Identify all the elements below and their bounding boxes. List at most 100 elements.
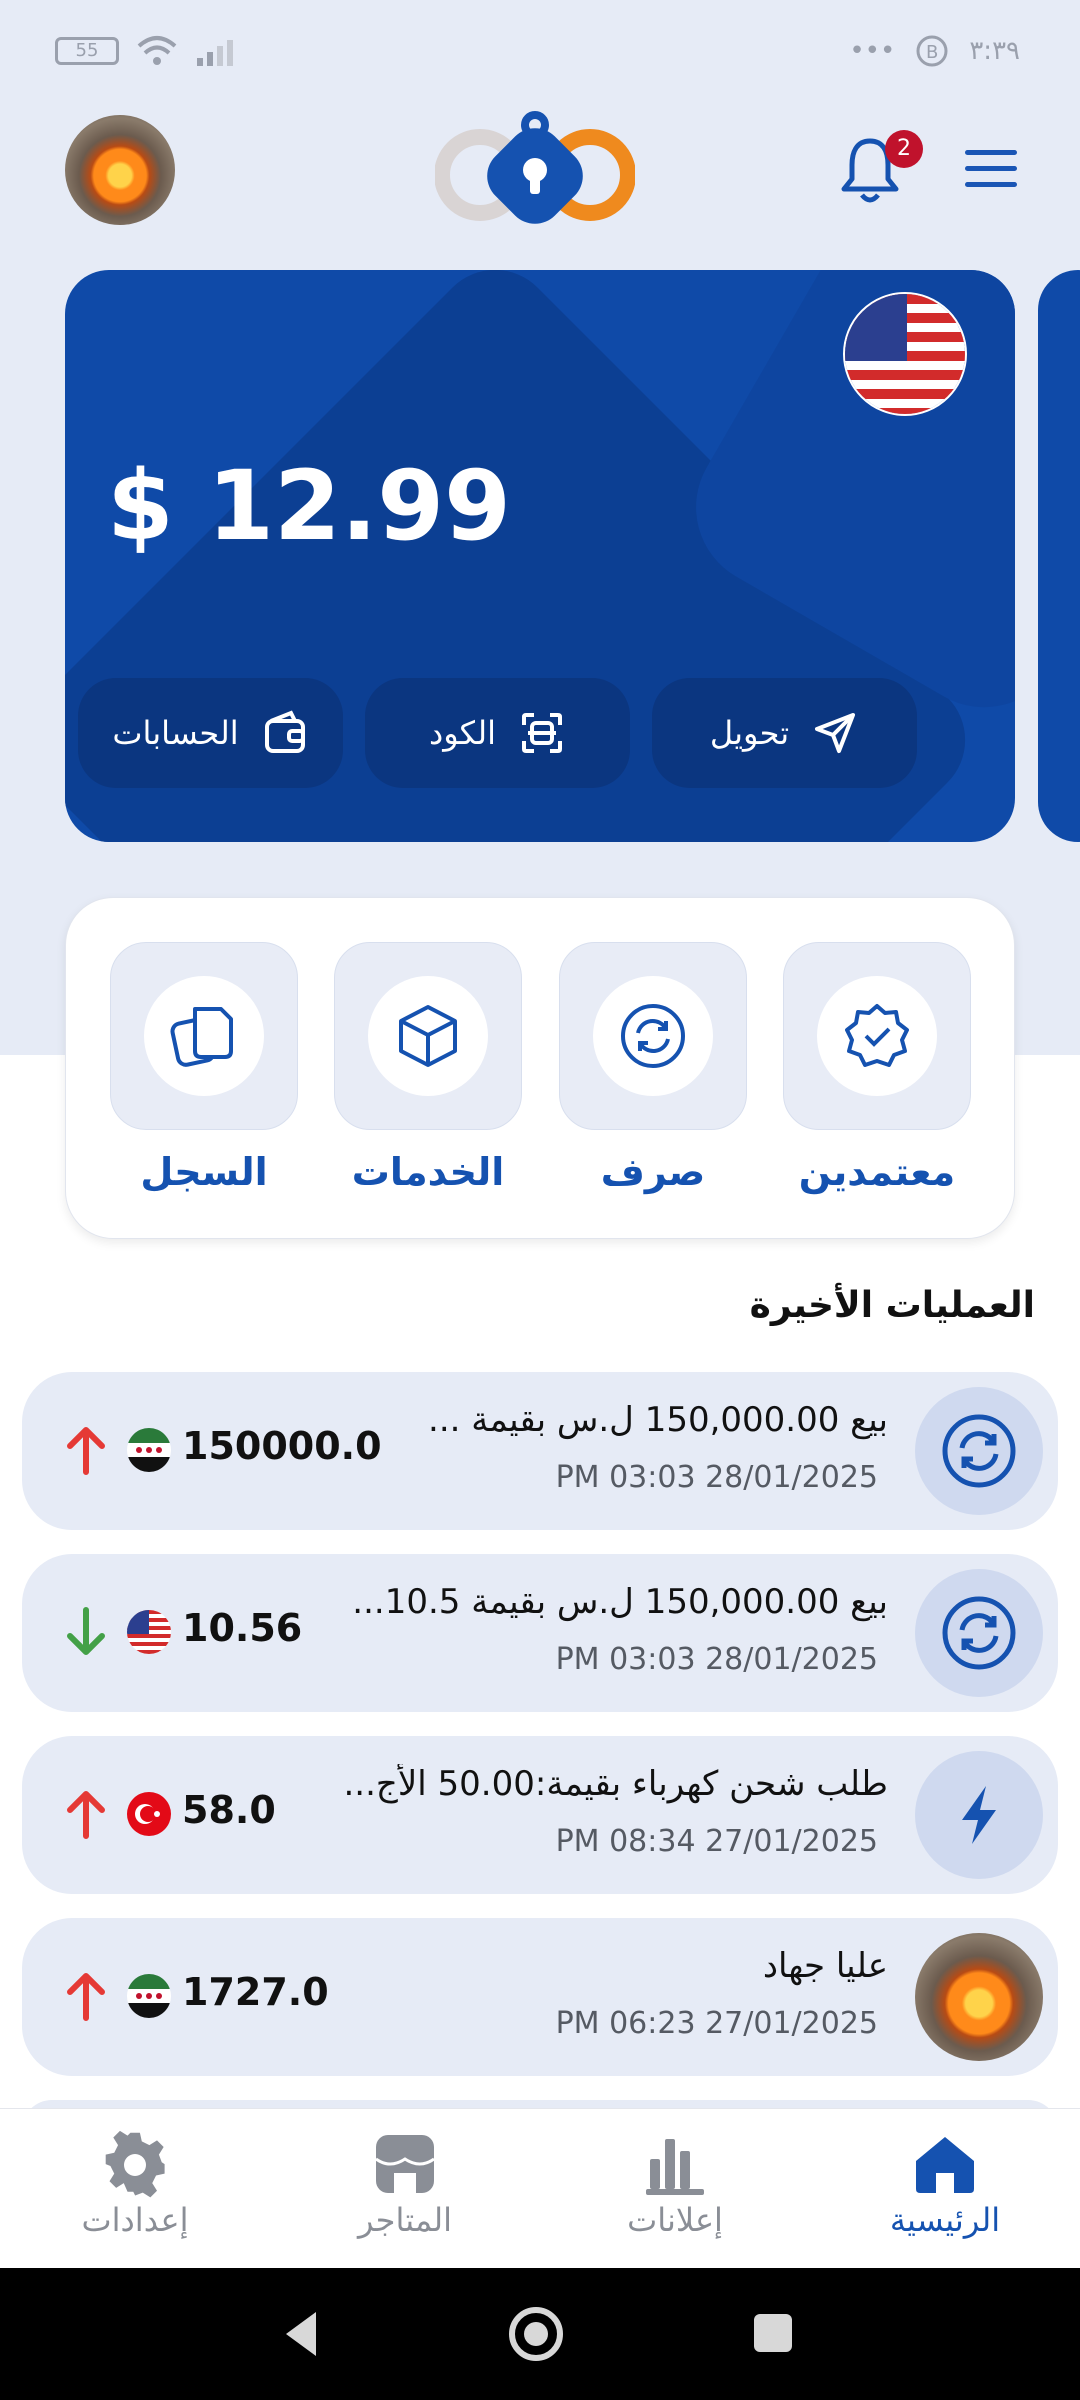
accounts-button[interactable]: الحسابات bbox=[78, 678, 343, 788]
exchange-icon bbox=[942, 1596, 1016, 1670]
transaction-title: عليا جهاد bbox=[762, 1946, 888, 1986]
menu-line bbox=[965, 150, 1017, 155]
code-label: الكود bbox=[428, 714, 497, 752]
action-circle bbox=[144, 976, 264, 1096]
transaction-row[interactable]: بيع 150,000.00 ل.س بقيمة 10.5... PM 03:0… bbox=[22, 1554, 1058, 1712]
turkey-flag-icon bbox=[127, 1792, 171, 1836]
recents-icon[interactable] bbox=[752, 2312, 794, 2354]
battery-icon: 55 bbox=[55, 37, 119, 65]
status-left: 55 bbox=[55, 34, 241, 68]
system-navigation-bar bbox=[0, 2268, 1080, 2400]
menu-icon[interactable] bbox=[965, 150, 1017, 190]
code-button[interactable]: الكود bbox=[365, 678, 630, 788]
nav-stores[interactable]: المتاجر bbox=[305, 2129, 505, 2239]
usa-flag-icon bbox=[127, 1610, 171, 1654]
history-action[interactable]: السجل bbox=[110, 942, 298, 1194]
transaction-time: PM 08:34 27/01/2025 bbox=[555, 1824, 878, 1859]
status-time: ٣:٣٩ bbox=[969, 36, 1020, 66]
status-bar: 55 ••• B ٣:٣٩ bbox=[0, 28, 1080, 78]
transaction-title: بيع 150,000.00 ل.س بقيمة 10.5... bbox=[352, 1582, 888, 1622]
nav-label: الرئيسية bbox=[889, 2201, 1001, 2239]
exchange-icon bbox=[942, 1414, 1016, 1488]
gear-icon bbox=[105, 2130, 165, 2198]
action-circle bbox=[593, 976, 713, 1096]
wallet-icon bbox=[264, 710, 305, 753]
transaction-icon bbox=[915, 1751, 1043, 1879]
transaction-title: طلب شحن كهرباء بقيمة:50.00 الأج... bbox=[343, 1764, 889, 1804]
transaction-icon bbox=[915, 1569, 1043, 1697]
avatar-image bbox=[65, 115, 175, 225]
action-tile bbox=[334, 942, 522, 1130]
nav-ads[interactable]: إعلانات bbox=[575, 2129, 775, 2239]
arrow-up-icon bbox=[67, 1427, 105, 1475]
action-tile bbox=[783, 942, 971, 1130]
avatar-image bbox=[915, 1933, 1043, 2061]
box-icon bbox=[399, 1005, 457, 1067]
sender-avatar bbox=[915, 1933, 1043, 2061]
scan-icon bbox=[522, 713, 563, 753]
nav-settings[interactable]: إعدادات bbox=[35, 2129, 235, 2239]
usa-flag-icon bbox=[843, 292, 967, 416]
menu-line bbox=[965, 166, 1017, 171]
transfer-button[interactable]: تحويل bbox=[652, 678, 917, 788]
services-action[interactable]: الخدمات bbox=[334, 942, 522, 1194]
action-label: معتمدين bbox=[798, 1150, 956, 1194]
syria-flag-icon bbox=[127, 1428, 171, 1472]
action-label: صرف bbox=[600, 1150, 706, 1194]
syria-flag-icon bbox=[127, 1974, 171, 2018]
arrow-up-icon bbox=[67, 1973, 105, 2021]
transaction-amount: 150000.0 bbox=[182, 1424, 382, 1468]
transaction-icon bbox=[915, 1387, 1043, 1515]
action-tile bbox=[110, 942, 298, 1130]
copy-icon bbox=[170, 1007, 233, 1067]
recent-transactions-title: العمليات الأخيرة bbox=[749, 1285, 1035, 1326]
home-circle-icon[interactable] bbox=[508, 2306, 564, 2362]
transaction-amount: 10.56 bbox=[182, 1606, 303, 1650]
action-label: السجل bbox=[140, 1150, 268, 1194]
balance-amount: $ 12.99 bbox=[107, 450, 511, 562]
accounts-label: الحسابات bbox=[112, 714, 239, 752]
transaction-time: PM 03:03 28/01/2025 bbox=[555, 1642, 878, 1677]
profile-avatar[interactable] bbox=[65, 115, 175, 225]
home-icon bbox=[916, 2137, 974, 2193]
lightning-icon bbox=[962, 1786, 996, 1844]
transaction-row[interactable]: عليا جهاد PM 06:23 27/01/2025 1727.0 bbox=[22, 1918, 1058, 2076]
transaction-row[interactable]: بيع 150,000.00 ل.س بقيمة ... PM 03:03 28… bbox=[22, 1372, 1058, 1530]
action-circle bbox=[368, 976, 488, 1096]
b-circle-icon: B bbox=[916, 35, 948, 67]
app-logo bbox=[435, 111, 635, 224]
nav-label: إعدادات bbox=[81, 2201, 189, 2239]
approved-agents-action[interactable]: معتمدين bbox=[783, 942, 971, 1194]
next-card-peek[interactable] bbox=[1038, 270, 1080, 842]
exchange-action[interactable]: صرف bbox=[559, 942, 747, 1194]
nav-home[interactable]: الرئيسية bbox=[845, 2129, 1045, 2239]
nav-label: إعلانات bbox=[627, 2201, 723, 2239]
transfer-label: تحويل bbox=[709, 714, 790, 752]
transaction-time: PM 03:03 28/01/2025 bbox=[555, 1460, 878, 1495]
balance-card[interactable]: $ 12.99 تحويل الكود الحسابات bbox=[65, 270, 1015, 842]
action-tile bbox=[559, 942, 747, 1130]
menu-line bbox=[965, 182, 1017, 187]
wifi-icon bbox=[137, 36, 177, 65]
bar-chart-icon bbox=[646, 2139, 704, 2195]
transaction-amount: 58.0 bbox=[182, 1788, 276, 1832]
signal-icon bbox=[197, 40, 233, 66]
status-right: ••• B ٣:٣٩ bbox=[849, 34, 1020, 68]
refresh-icon bbox=[621, 1004, 685, 1068]
back-icon[interactable] bbox=[280, 2308, 320, 2360]
verified-badge-icon bbox=[845, 1004, 909, 1067]
nav-label: المتاجر bbox=[358, 2201, 452, 2239]
action-circle bbox=[817, 976, 937, 1096]
quick-actions-panel: معتمدين صرف الخدمات السجل bbox=[65, 897, 1015, 1239]
store-icon bbox=[375, 2135, 435, 2193]
action-label: الخدمات bbox=[351, 1150, 505, 1194]
transaction-time: PM 06:23 27/01/2025 bbox=[555, 2006, 878, 2041]
transaction-title: بيع 150,000.00 ل.س بقيمة ... bbox=[428, 1400, 888, 1440]
notification-badge: 2 bbox=[885, 130, 923, 168]
transaction-row[interactable]: طلب شحن كهرباء بقيمة:50.00 الأج... PM 08… bbox=[22, 1736, 1058, 1894]
status-dots: ••• bbox=[849, 36, 896, 66]
svg-text:B: B bbox=[926, 42, 938, 63]
bottom-navigation: الرئيسية إعلانات المتاجر إعدادات bbox=[0, 2108, 1080, 2268]
arrow-down-icon bbox=[67, 1607, 105, 1655]
send-icon bbox=[815, 713, 856, 753]
